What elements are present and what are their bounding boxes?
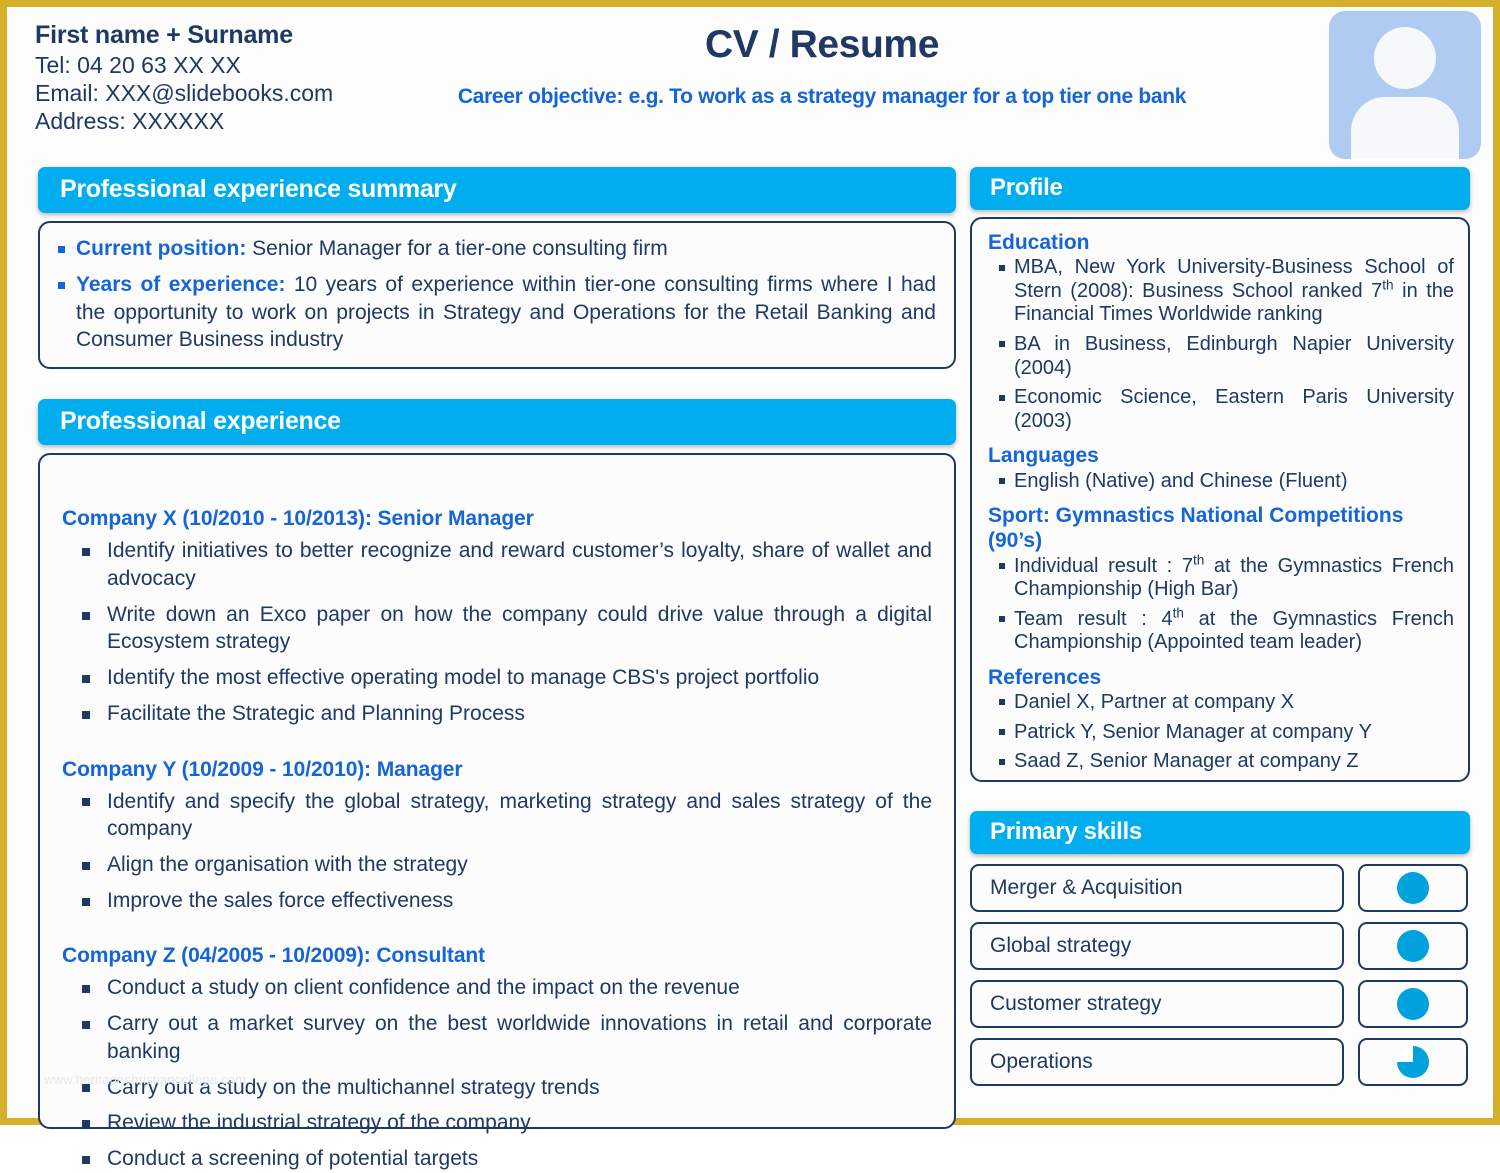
- skill-level-dial-icon: [1397, 930, 1429, 962]
- references-list: Daniel X, Partner at company X Patrick Y…: [994, 691, 1454, 774]
- avatar-body-shape: [1351, 97, 1459, 159]
- company-heading: Company X (10/2010 - 10/2013): Senior Ma…: [62, 507, 534, 531]
- skill-level-dial-icon: [1397, 988, 1429, 1020]
- list-item: Conduct a screening of potential targets: [62, 1145, 932, 1173]
- skill-label: Merger & Acquisition: [970, 864, 1344, 912]
- experience-entry: Company Z (04/2005 - 10/2009): Consultan…: [62, 944, 932, 1172]
- company-bullets: Identify and specify the global strategy…: [62, 788, 932, 915]
- list-item: MBA, New York University-Business School…: [994, 256, 1454, 327]
- list-item: English (Native) and Chinese (Fluent): [994, 470, 1454, 494]
- experience-entry: Company X (10/2010 - 10/2013): Senior Ma…: [62, 507, 932, 727]
- summary-box: Current position: Senior Manager for a t…: [38, 221, 956, 370]
- sport-label: Sport: Gymnastics National Competitions …: [988, 504, 1404, 553]
- languages-list: English (Native) and Chinese (Fluent): [994, 470, 1454, 494]
- list-item: Economic Science, Eastern Paris Universi…: [994, 386, 1454, 433]
- skill-label: Operations: [970, 1038, 1344, 1086]
- avatar-head-shape: [1374, 27, 1436, 89]
- candidate-name: First name + Surname: [35, 21, 293, 49]
- list-item: Conduct a study on client confidence and…: [62, 974, 932, 1002]
- contact-email: Email: XXX@slidebooks.com: [35, 79, 334, 106]
- list-item: Carry out a market survey on the best wo…: [62, 1010, 932, 1065]
- watermark: www.heritagechristiancollege.com: [44, 1072, 247, 1087]
- list-item: Write down an Exco paper on how the comp…: [62, 601, 932, 656]
- references-label: References: [988, 665, 1102, 689]
- list-item: Team result : 4th at the Gymnastics Fren…: [994, 606, 1454, 655]
- profile-box: Education MBA, New York University-Busin…: [970, 217, 1470, 782]
- list-item: Improve the sales force effectiveness: [62, 887, 932, 915]
- summary-label: Years of experience:: [76, 273, 286, 297]
- summary-text: Senior Manager for a tier-one consulting…: [246, 237, 668, 260]
- education-label: Education: [988, 231, 1090, 254]
- page-title: CV / Resume: [704, 23, 940, 66]
- list-item: Identify the most effective operating mo…: [62, 664, 932, 692]
- company-heading: Company Y (10/2009 - 10/2010): Manager: [62, 757, 463, 781]
- list-item: Identify and specify the global strategy…: [62, 788, 932, 843]
- contact-block: First name + Surname Tel: 04 20 63 XX XX…: [35, 21, 333, 135]
- skill-label: Global strategy: [970, 922, 1344, 970]
- skill-row: Operations: [970, 1038, 1470, 1086]
- experience-box: Company X (10/2010 - 10/2013): Senior Ma…: [38, 453, 956, 1170]
- summary-list: Current position: Senior Manager for a t…: [54, 235, 936, 353]
- list-item: Daniel X, Partner at company X: [994, 691, 1454, 715]
- cv-page: First name + Surname Tel: 04 20 63 XX XX…: [0, 0, 1500, 1170]
- list-item: BA in Business, Edinburgh Napier Univers…: [994, 333, 1454, 380]
- summary-section-header: Professional experience summary: [38, 167, 956, 213]
- contact-address: Address: XXXXXX: [35, 107, 225, 134]
- sport-list: Individual result : 7th at the Gymnastic…: [994, 553, 1454, 655]
- list-item: Years of experience: 10 years of experie…: [54, 271, 936, 353]
- skills-section-header: Primary skills: [970, 811, 1470, 854]
- person-avatar-icon: [1329, 11, 1481, 159]
- list-item: Individual result : 7th at the Gymnastic…: [994, 553, 1454, 602]
- right-column: Profile Education MBA, New York Universi…: [970, 167, 1470, 1086]
- left-column: Professional experience summary Current …: [38, 167, 956, 1170]
- list-item: Saad Z, Senior Manager at company Z: [994, 750, 1454, 774]
- career-objective: Career objective: e.g. To work as a stra…: [457, 85, 1187, 108]
- skill-row: Global strategy: [970, 922, 1470, 970]
- profile-section-header: Profile: [970, 167, 1470, 210]
- contact-phone: Tel: 04 20 63 XX XX: [35, 51, 241, 78]
- languages-label: Languages: [988, 444, 1099, 468]
- skill-level-dial-icon: [1397, 872, 1429, 904]
- content-columns: Professional experience summary Current …: [7, 157, 1493, 1170]
- skills-section: Primary skills Merger & Acquisition Glob…: [970, 811, 1470, 1086]
- education-list: MBA, New York University-Business School…: [994, 256, 1454, 433]
- list-item: Review the industrial strategy of the co…: [62, 1109, 932, 1137]
- list-item: Identify initiatives to better recognize…: [62, 537, 932, 592]
- title-block: CV / Resume Career objective: e.g. To wo…: [387, 23, 1257, 109]
- skill-meter: [1358, 864, 1468, 912]
- list-item: Facilitate the Strategic and Planning Pr…: [62, 700, 932, 728]
- list-item: Patrick Y, Senior Manager at company Y: [994, 721, 1454, 745]
- list-item: Align the organisation with the strategy: [62, 851, 932, 879]
- skill-meter: [1358, 980, 1468, 1028]
- list-item: Current position: Senior Manager for a t…: [54, 235, 936, 262]
- skill-meter: [1358, 922, 1468, 970]
- experience-section-header: Professional experience: [38, 399, 956, 446]
- summary-label: Current position:: [76, 237, 247, 260]
- skill-row: Customer strategy: [970, 980, 1470, 1028]
- skill-level-dial-icon: [1397, 1046, 1429, 1078]
- skill-meter: [1358, 1038, 1468, 1086]
- skill-row: Merger & Acquisition: [970, 864, 1470, 912]
- experience-entry: Company Y (10/2009 - 10/2010): Manager I…: [62, 758, 932, 915]
- page-header: First name + Surname Tel: 04 20 63 XX XX…: [7, 7, 1493, 159]
- skill-label: Customer strategy: [970, 980, 1344, 1028]
- company-bullets: Identify initiatives to better recognize…: [62, 537, 932, 727]
- company-heading: Company Z (04/2005 - 10/2009): Consultan…: [62, 944, 486, 968]
